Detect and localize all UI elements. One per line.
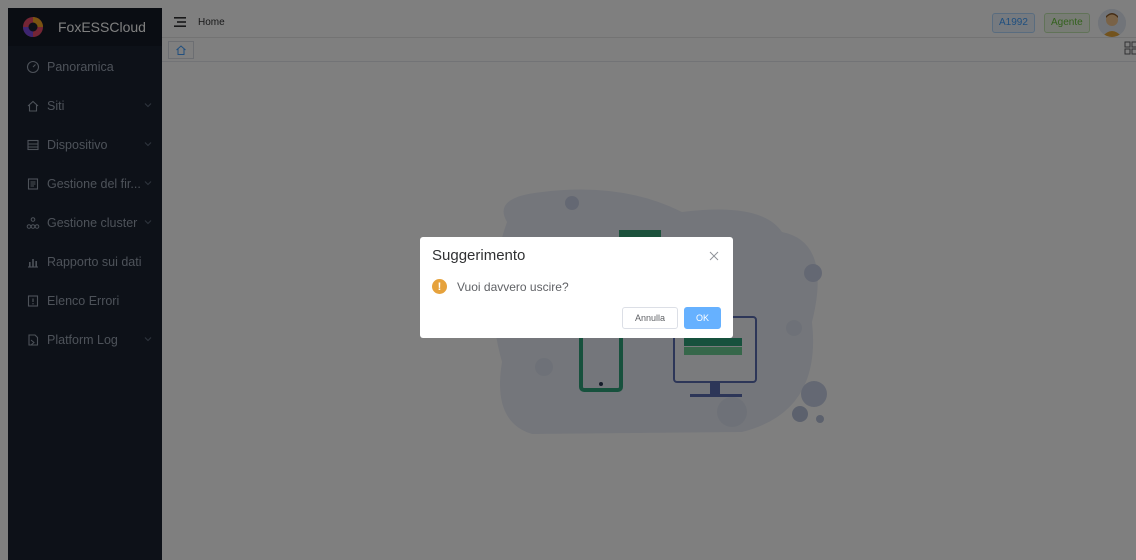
warning-icon: ! <box>432 279 447 294</box>
confirm-dialog: Suggerimento ! Vuoi davvero uscire? Annu… <box>420 237 733 338</box>
ok-button[interactable]: OK <box>684 307 721 329</box>
dialog-message: Vuoi davvero uscire? <box>457 280 569 294</box>
cancel-button[interactable]: Annulla <box>622 307 678 329</box>
close-icon[interactable] <box>709 251 719 261</box>
dialog-title: Suggerimento <box>432 247 526 264</box>
